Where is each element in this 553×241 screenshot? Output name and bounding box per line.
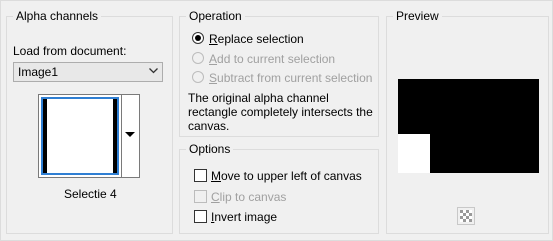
checkerboard-icon <box>460 210 472 222</box>
alpha-channels-title: Alpha channels <box>13 9 102 23</box>
info-line: rectangle completely intersects the <box>188 105 373 119</box>
thumbnail-dropdown-button[interactable] <box>122 94 140 178</box>
thumbnail-image <box>47 99 113 173</box>
preview-toggle-button[interactable] <box>457 207 475 225</box>
checkbox <box>194 190 207 203</box>
preview-title: Preview <box>393 9 442 23</box>
radio-label: Subtract from current selection <box>209 71 373 85</box>
document-select-value: Image1 <box>18 65 59 79</box>
radio-label: Add to current selection <box>209 52 336 66</box>
intersection-info: The original alpha channel rectangle com… <box>188 91 373 133</box>
info-line: The original alpha channel <box>188 91 329 105</box>
checkbox-label: Invert image <box>211 210 278 224</box>
preview-selection <box>398 134 430 173</box>
radio-button <box>192 71 204 83</box>
operation-title: Operation <box>186 9 245 23</box>
alpha-channel-thumbnail[interactable] <box>38 94 122 178</box>
thumbnail-selection-border <box>41 97 119 175</box>
checkbox-label: Clip to canvas <box>211 190 287 204</box>
checkbox <box>194 210 207 223</box>
radio-label: Replace selection <box>209 32 304 46</box>
options-title: Options <box>186 142 234 156</box>
load-from-document-label: Load from document: <box>13 44 127 58</box>
thumbnail-caption: Selectie 4 <box>64 187 117 201</box>
radio-button <box>192 52 204 64</box>
checkbox-label: Move to upper left of canvas <box>211 169 362 183</box>
chevron-down-icon <box>149 68 158 74</box>
checkbox <box>194 169 207 182</box>
radio-button <box>192 32 204 44</box>
caret-down-icon <box>125 132 135 137</box>
info-line: canvas. <box>188 119 230 133</box>
document-select[interactable]: Image1 <box>13 62 163 82</box>
preview-canvas <box>398 79 539 173</box>
